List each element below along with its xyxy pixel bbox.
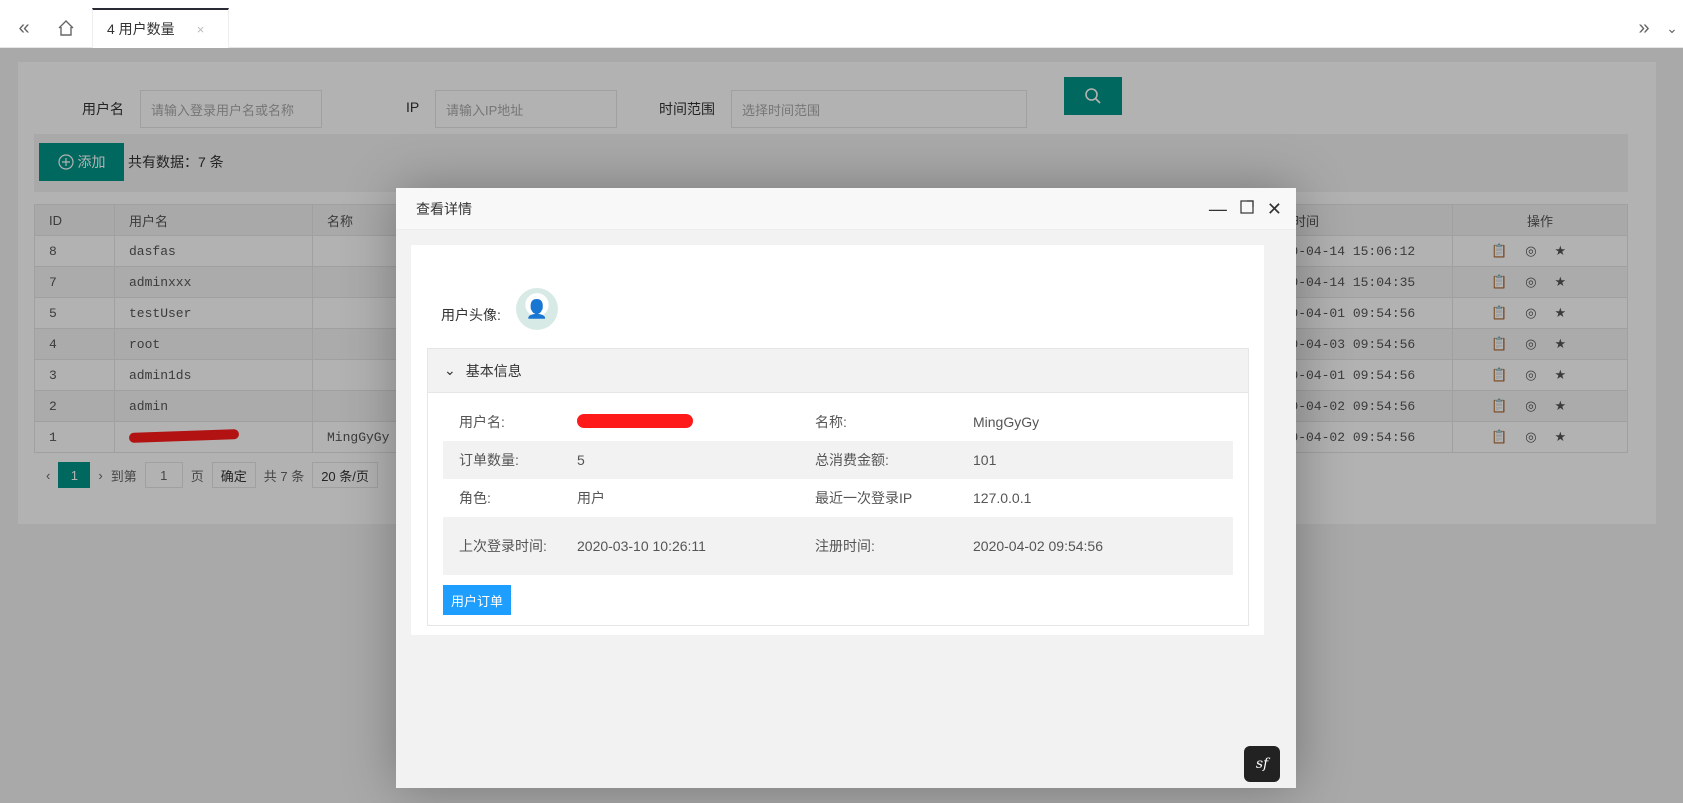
tab-close-icon[interactable]: × xyxy=(197,22,205,37)
total-field-value: 101 xyxy=(957,441,1233,479)
modal-body: 用户头像: 👤 ⌄ 基本信息 用户名: 名称: MingGyGy 订单数量: 5… xyxy=(396,230,1296,788)
tab-bar: « 4 用户数量 × » ⌄ xyxy=(0,0,1683,48)
close-icon[interactable]: ✕ xyxy=(1267,199,1282,220)
modal-scrollbar[interactable] xyxy=(1279,230,1296,788)
name-field-value: MingGyGy xyxy=(973,414,1040,430)
minimize-icon[interactable]: — xyxy=(1209,199,1227,220)
name-field-label: 名称: xyxy=(815,414,847,430)
role-field-label: 角色: xyxy=(459,490,491,506)
home-icon[interactable] xyxy=(46,8,86,48)
maximize-icon[interactable] xyxy=(1239,199,1255,220)
detail-modal: 查看详情 — ✕ 用户头像: 👤 ⌄ 基本信息 用户名: 名称: MingGyG… xyxy=(396,188,1296,788)
orders-field-label: 订单数量: xyxy=(443,441,561,479)
modal-title: 查看详情 xyxy=(416,200,472,217)
username-field-label: 用户名: xyxy=(459,414,505,430)
tab-user-count[interactable]: 4 用户数量 × xyxy=(92,8,229,48)
detail-card: 用户头像: 👤 ⌄ 基本信息 用户名: 名称: MingGyGy 订单数量: 5… xyxy=(411,245,1264,635)
section-title: 基本信息 xyxy=(465,362,522,379)
last-ip-field-value: 127.0.0.1 xyxy=(973,490,1032,506)
user-orders-button[interactable]: 用户订单 xyxy=(443,585,511,615)
info-table: 用户名: 名称: MingGyGy 订单数量: 5 总消费金额: 101 角色:… xyxy=(443,403,1233,575)
last-ip-field-label: 最近一次登录IP xyxy=(815,490,913,506)
symfony-logo-icon[interactable]: sf xyxy=(1244,746,1280,782)
orders-field-value: 5 xyxy=(561,441,799,479)
scroll-right-icon[interactable]: » xyxy=(1624,8,1664,48)
chevron-down-icon[interactable]: ⌄ xyxy=(1660,8,1683,48)
role-field-value: 用户 xyxy=(577,490,605,506)
username-field-value xyxy=(561,403,799,441)
last-login-field-value: 2020-03-10 10:26:11 xyxy=(561,517,799,575)
avatar: 👤 xyxy=(516,288,558,330)
basic-info-panel: ⌄ 基本信息 用户名: 名称: MingGyGy 订单数量: 5 总消费金额: … xyxy=(427,348,1249,626)
tab-label: 4 用户数量 xyxy=(107,21,175,37)
last-login-field-label: 上次登录时间: xyxy=(443,517,561,575)
avatar-label: 用户头像: xyxy=(441,307,501,323)
redaction-mark xyxy=(577,413,693,428)
reg-field-label: 注册时间: xyxy=(799,517,957,575)
total-field-label: 总消费金额: xyxy=(799,441,957,479)
basic-info-header[interactable]: ⌄ 基本信息 xyxy=(428,349,1248,393)
modal-header: 查看详情 — ✕ xyxy=(396,188,1296,230)
reg-field-value: 2020-04-02 09:54:56 xyxy=(957,517,1233,575)
scroll-left-icon[interactable]: « xyxy=(4,8,44,48)
chevron-down-icon: ⌄ xyxy=(444,362,456,378)
